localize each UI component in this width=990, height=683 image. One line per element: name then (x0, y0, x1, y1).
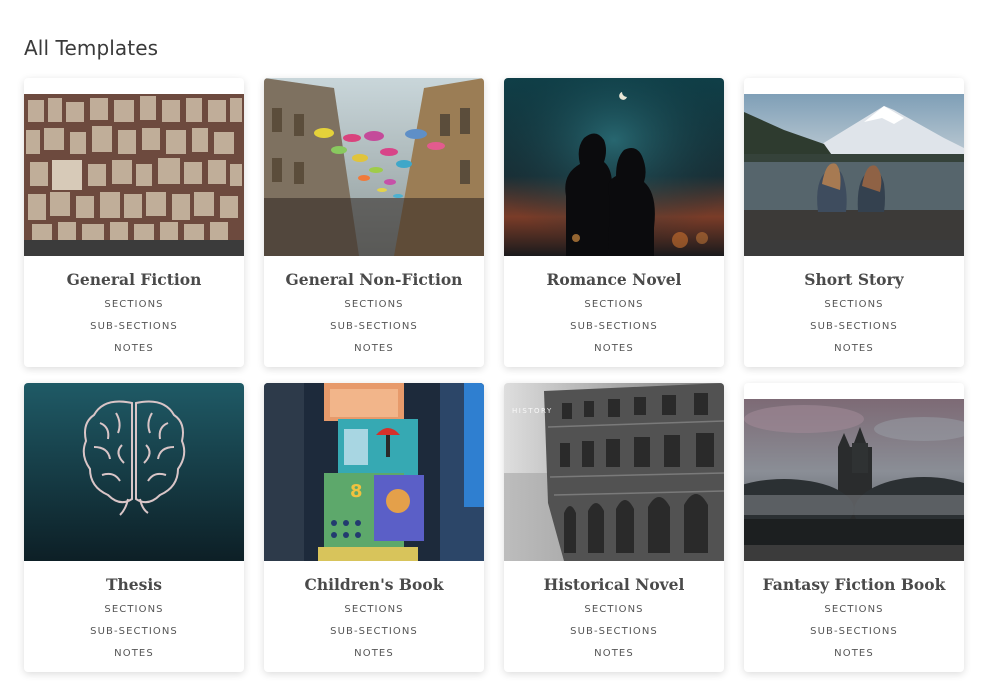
template-title: General Non-Fiction (285, 270, 463, 289)
sections-label: SECTIONS (824, 604, 884, 615)
sections-label: SECTIONS (584, 604, 644, 615)
sub-sections-label: SUB-SECTIONS (90, 321, 178, 332)
brain-illustration-image (24, 383, 244, 561)
sub-sections-label: SUB-SECTIONS (810, 626, 898, 637)
castle-in-fog-image (744, 399, 964, 561)
template-title: Historical Novel (543, 575, 685, 594)
template-title: Thesis (105, 575, 162, 594)
template-title: Children's Book (304, 575, 444, 594)
template-title: Fantasy Fiction Book (762, 575, 946, 594)
templates-grid: General Fiction SECTIONS SUB-SECTIONS NO… (24, 78, 964, 672)
template-title: Short Story (804, 270, 904, 289)
notes-label: NOTES (354, 648, 394, 659)
template-card-romance-novel[interactable]: Romance Novel SECTIONS SUB-SECTIONS NOTE… (504, 78, 724, 367)
notes-label: NOTES (594, 343, 634, 354)
toy-blocks-image: 8 (264, 383, 484, 561)
sub-sections-label: SUB-SECTIONS (810, 321, 898, 332)
sections-label: SECTIONS (824, 299, 884, 310)
sections-label: SECTIONS (344, 299, 404, 310)
sections-label: SECTIONS (104, 299, 164, 310)
sections-label: SECTIONS (584, 299, 644, 310)
template-card-thesis[interactable]: Thesis SECTIONS SUB-SECTIONS NOTES (24, 383, 244, 672)
template-card-general-fiction[interactable]: General Fiction SECTIONS SUB-SECTIONS NO… (24, 78, 244, 367)
notes-label: NOTES (354, 343, 394, 354)
open-books-wall-image (24, 94, 244, 256)
sub-sections-label: SUB-SECTIONS (330, 321, 418, 332)
sub-sections-label: SUB-SECTIONS (570, 626, 658, 637)
notes-label: NOTES (834, 648, 874, 659)
template-card-short-story[interactable]: Short Story SECTIONS SUB-SECTIONS NOTES (744, 78, 964, 367)
notes-label: NOTES (114, 648, 154, 659)
sub-sections-label: SUB-SECTIONS (90, 626, 178, 637)
lake-mountain-image (744, 94, 964, 256)
template-title: Romance Novel (546, 270, 682, 289)
notes-label: NOTES (834, 343, 874, 354)
svg-text:8: 8 (350, 481, 363, 502)
umbrella-street-image (264, 78, 484, 256)
notes-label: NOTES (594, 648, 634, 659)
sections-label: SECTIONS (344, 604, 404, 615)
template-card-historical-novel[interactable]: HISTORY Historical Novel SECTIONS SUB-SE… (504, 383, 724, 672)
sub-sections-label: SUB-SECTIONS (570, 321, 658, 332)
notes-label: NOTES (114, 343, 154, 354)
template-card-childrens-book[interactable]: 8 Children's Book SECTIONS SUB-SECTIONS … (264, 383, 484, 672)
template-title: General Fiction (66, 270, 202, 289)
sub-sections-label: SUB-SECTIONS (330, 626, 418, 637)
template-card-fantasy-fiction-book[interactable]: Fantasy Fiction Book SECTIONS SUB-SECTIO… (744, 383, 964, 672)
colosseum-image: HISTORY (504, 383, 724, 561)
page-title: All Templates (24, 36, 159, 60)
sections-label: SECTIONS (104, 604, 164, 615)
template-card-general-non-fiction[interactable]: General Non-Fiction SECTIONS SUB-SECTION… (264, 78, 484, 367)
history-watermark-text: HISTORY (512, 407, 553, 415)
couple-silhouette-image (504, 78, 724, 256)
